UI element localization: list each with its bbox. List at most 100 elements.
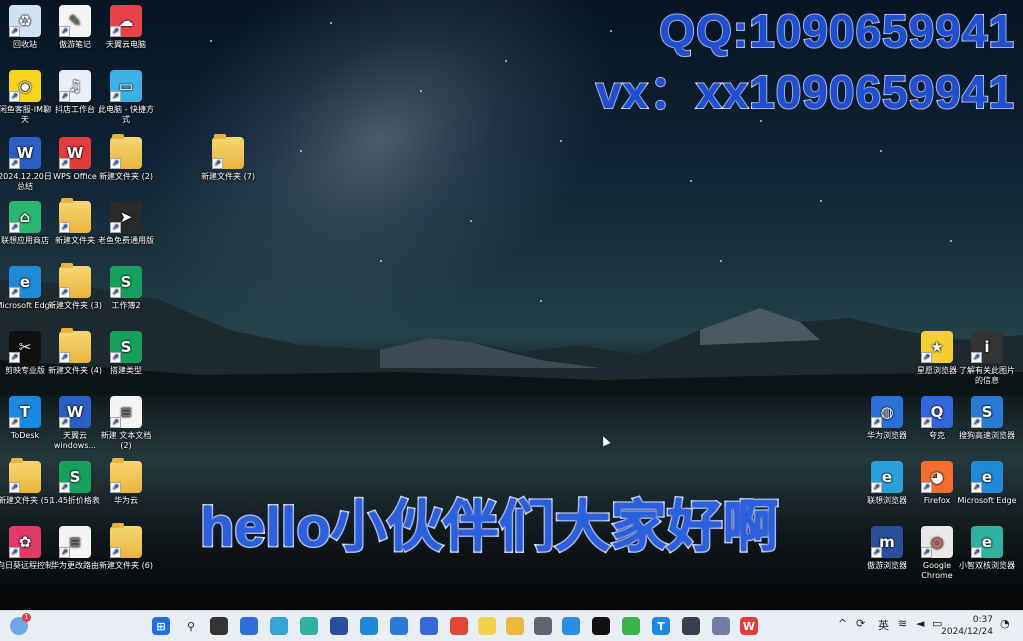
edge-taskbar-icon[interactable] (360, 617, 378, 635)
huawei-browser-icon: ◍ ↗ (871, 396, 903, 428)
todesk-taskbar-icon[interactable]: T (652, 617, 670, 635)
watermark-qq: QQ:1090659941 (658, 4, 1015, 58)
wps-taskbar-icon[interactable]: W (740, 617, 758, 635)
xianyu-icon: ◉ ↗ (9, 70, 41, 102)
remote-taskbar-icon[interactable] (682, 617, 700, 635)
left-icon-item[interactable]: ➤ ↗ 老鱼免费通用版 (96, 201, 156, 246)
shortcut-arrow-icon: ↗ (971, 417, 982, 428)
maxthon-taskbar-icon[interactable] (330, 617, 348, 635)
folder-icon: ↗ (212, 134, 244, 169)
watermark-vx: vx：xx1090659941 (595, 65, 1015, 119)
app-taskbar-icon[interactable] (562, 617, 580, 635)
left-icon-item[interactable]: ↗ 新建文件夹 (7) (198, 134, 258, 182)
quark-icon: Q ↗ (921, 396, 953, 428)
task-view-icon[interactable] (210, 617, 228, 635)
shortcut-arrow-icon: ↗ (871, 482, 882, 493)
icon-label: 华为云 (114, 496, 138, 505)
sunflower-icon: ✿ ↗ (9, 526, 41, 558)
icon-label: 新建文件夹 (6) (99, 561, 153, 570)
left-icon-item[interactable]: ☁ ↗ 天翼云电脑 (96, 5, 156, 50)
sogou-taskbar-icon[interactable] (390, 617, 408, 635)
calculator-taskbar-icon[interactable] (534, 617, 552, 635)
shortcut-arrow-icon: ↗ (9, 352, 20, 363)
shortcut-arrow-icon: ↗ (110, 352, 121, 363)
bell-icon[interactable]: ◔ (1000, 617, 1010, 630)
sync-icon[interactable]: ⟳ (856, 617, 865, 630)
quark-taskbar-icon[interactable] (420, 617, 438, 635)
folder-icon: ↗ (9, 458, 41, 493)
lenovo-browser-taskbar-icon[interactable] (270, 617, 288, 635)
icon-label: 工作簿2 (111, 301, 141, 310)
recycle-bin-icon: ♻ ↗ (9, 5, 41, 37)
shortcut-arrow-icon: ↗ (9, 91, 20, 102)
shortcut-arrow-icon: ↗ (110, 417, 121, 428)
search-icon[interactable]: ⚲ (182, 617, 200, 635)
left-icon-item[interactable]: ↗ 新建文件夹 (6) (96, 523, 156, 571)
shortcut-arrow-icon: ↗ (971, 482, 982, 493)
volume-icon[interactable]: ◄ (916, 617, 924, 630)
folder-icon: ↗ (110, 134, 142, 169)
folder-icon: ↗ (59, 198, 91, 233)
shortcut-arrow-icon: ↗ (9, 287, 20, 298)
xiaozhi-icon: e ↗ (971, 526, 1003, 558)
notepad-taskbar-icon[interactable] (712, 617, 730, 635)
cloud-pc-icon: ☁ ↗ (110, 5, 142, 37)
icon-label: 新建文件夹 (2) (99, 172, 153, 181)
video-caption: hello小伙伴们大家好啊 (199, 494, 781, 560)
icon-label: 新建 文本文档 (2) (100, 431, 152, 450)
file-explorer-taskbar-icon[interactable] (506, 617, 524, 635)
qq-taskbar-icon[interactable] (592, 617, 610, 635)
shortcut-arrow-icon: ↗ (921, 352, 932, 363)
notes-icon: ✎ ↗ (59, 5, 91, 37)
shortcut-arrow-icon: ↗ (9, 417, 20, 428)
text-doc-icon: ≡ ↗ (59, 526, 91, 558)
input-language[interactable]: 英 (878, 617, 889, 633)
left-icon-item[interactable]: ↗ 新建文件夹 (2) (96, 134, 156, 182)
folder-icon: ↗ (110, 523, 142, 558)
shortcut-arrow-icon: ↗ (59, 482, 70, 493)
left-icon-item[interactable]: ▭ ↗ 此电脑 - 快捷方式 (96, 70, 156, 125)
shortcut-arrow-icon: ↗ (59, 91, 70, 102)
right-icon-item[interactable]: e ↗ 小智双核浏览器 (957, 526, 1017, 571)
wifi-icon[interactable]: ≋ (898, 617, 907, 630)
clock[interactable]: 0:37 2024/12/24 (941, 614, 993, 638)
chrome-taskbar-icon[interactable] (450, 617, 468, 635)
wechat-taskbar-icon[interactable] (622, 617, 640, 635)
chevron-up-icon[interactable]: ^ (838, 617, 847, 630)
shortcut-arrow-icon: ↗ (59, 158, 70, 169)
left-icon-item[interactable]: ↗ 华为云 (96, 458, 156, 506)
shortcut-arrow-icon: ↗ (921, 547, 932, 558)
shortcut-arrow-icon: ↗ (110, 91, 121, 102)
icon-label: 此电脑 - 快捷方式 (98, 105, 154, 124)
start-windows-icon[interactable]: ⊞ (152, 617, 170, 635)
left-icon-item[interactable]: ≡ ↗ 新建 文本文档 (2) (96, 396, 156, 451)
excel-icon: S ↗ (110, 331, 142, 363)
xiaozhi-taskbar-icon[interactable] (300, 617, 318, 635)
edge-icon: e ↗ (971, 461, 1003, 493)
shortcut-arrow-icon: ↗ (9, 158, 20, 169)
shortcut-arrow-icon: ↗ (971, 352, 982, 363)
clock-date: 2024/12/24 (941, 627, 993, 637)
right-icon-item[interactable]: i ↗ 了解有关此图片的信息 (957, 331, 1017, 386)
doudian-icon: ♫ ↗ (59, 70, 91, 102)
icon-label: Microsoft Edge (957, 496, 1017, 505)
right-icon-item[interactable]: e ↗ Microsoft Edge (957, 461, 1017, 506)
firefox-icon: ◕ ↗ (921, 461, 953, 493)
icon-label: 搜狗高速浏览器 (959, 431, 1015, 440)
info-icon: i ↗ (971, 331, 1003, 363)
left-icon-item[interactable]: S ↗ 搭建类型 (96, 331, 156, 376)
shortcut-arrow-icon: ↗ (59, 352, 70, 363)
huawei-browser-taskbar-icon[interactable] (240, 617, 258, 635)
left-icon-item[interactable]: S ↗ 工作簿2 (96, 266, 156, 311)
word-doc-icon: W ↗ (59, 396, 91, 428)
clock-time: 0:37 (972, 615, 993, 625)
text-doc-icon: ≡ ↗ (110, 396, 142, 428)
shortcut-arrow-icon: ↗ (110, 222, 121, 233)
icon-label: 搭建类型 (110, 366, 142, 375)
star-browser-taskbar-icon[interactable] (478, 617, 496, 635)
shortcut-arrow-icon: ↗ (971, 547, 982, 558)
right-icon-item[interactable]: S ↗ 搜狗高速浏览器 (957, 396, 1017, 441)
notification-badge: 1 (22, 613, 31, 622)
icon-label: 天翼云电脑 (106, 40, 146, 49)
shortcut-arrow-icon: ↗ (212, 158, 223, 169)
